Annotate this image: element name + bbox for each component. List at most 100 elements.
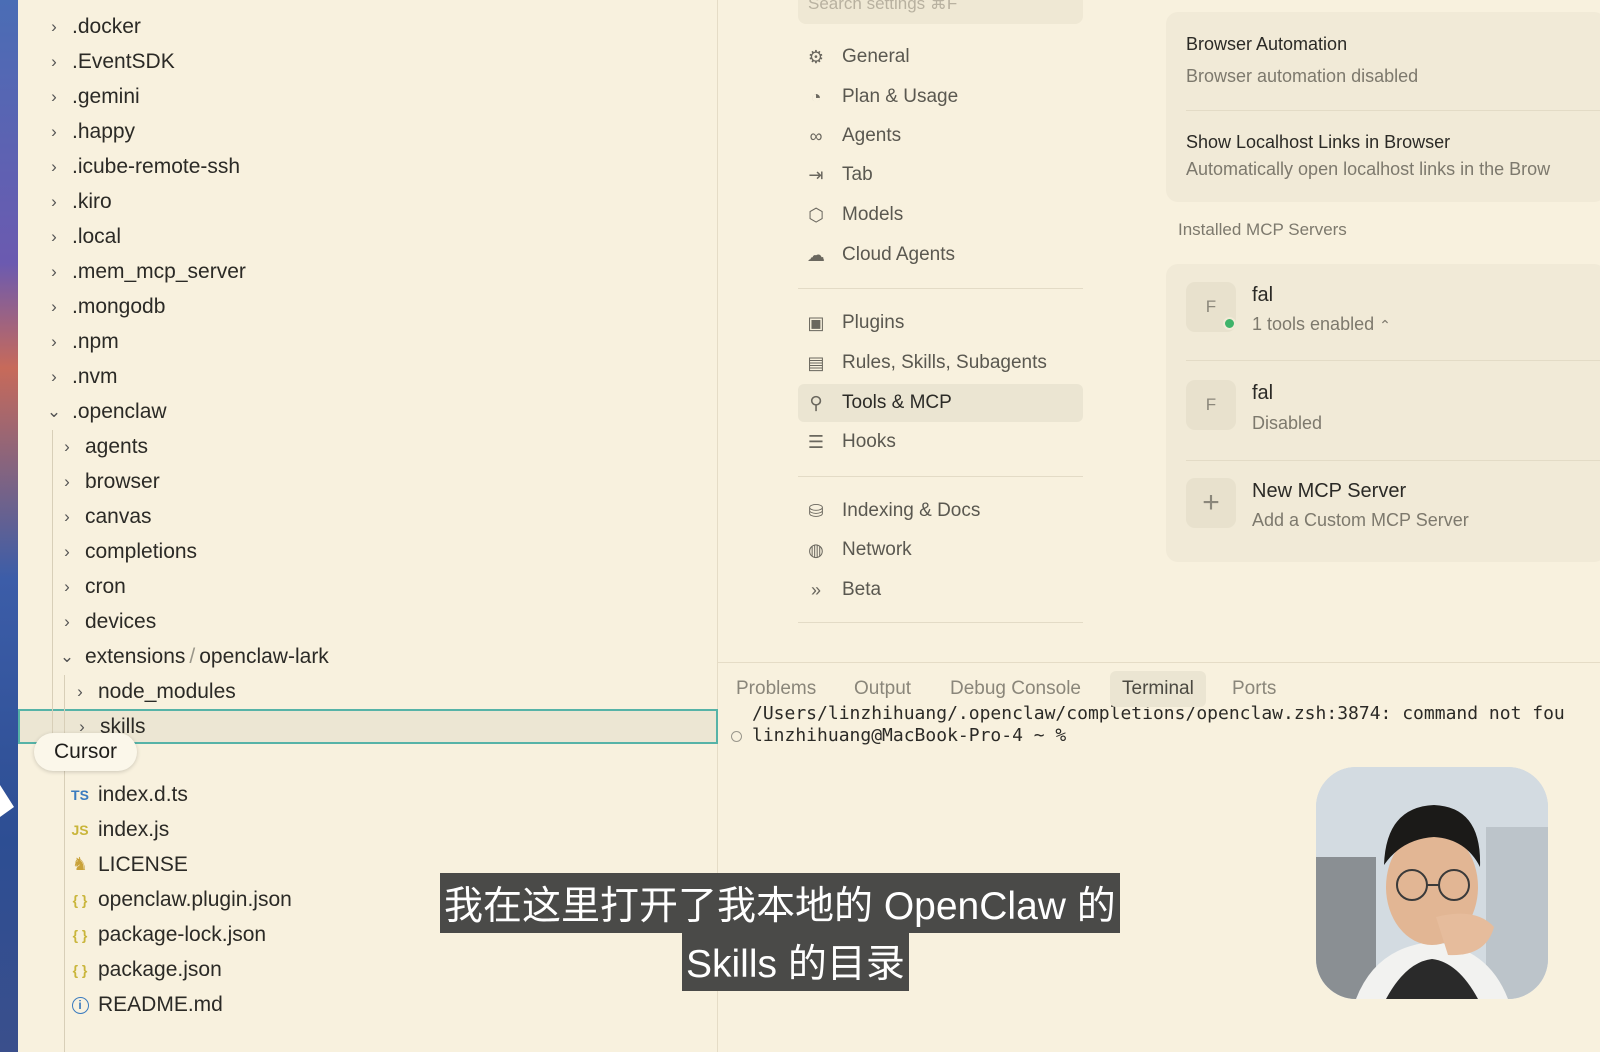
nav-label: Cloud Agents [842,244,956,265]
indent-guide [52,430,53,735]
settings-nav-hooks[interactable]: ☰ Hooks [798,423,1083,461]
tree-folder-extensions[interactable]: ⌄ extensions / openclaw-lark [18,639,718,674]
cursor-tooltip: Cursor [34,733,138,771]
database-icon: ⛁ [808,500,824,521]
chevron-right-icon: › [64,436,70,456]
tree-item-label: .docker [72,14,141,38]
settings-nav-models[interactable]: ⬡ Models [798,196,1083,234]
tree-item-label: .EventSDK [72,49,175,73]
tree-folder-canvas[interactable]: › canvas [18,499,718,534]
chevron-right-icon: › [51,156,57,176]
settings-nav-general[interactable]: ⚙ General [798,38,1083,76]
server-status[interactable]: 1 tools enabled ⌃ [1252,314,1391,335]
chevron-down-icon: ⌄ [59,646,75,666]
terminal-prompt[interactable]: linzhihuang@MacBook-Pro-4 ~ % [752,725,1066,746]
chevrons-right-icon: » [810,579,821,600]
tree-folder-openclaw[interactable]: ⌄ .openclaw [18,394,718,429]
settings-nav-agents[interactable]: ∞ Agents [798,117,1083,155]
nav-label: Beta [842,579,882,600]
panel-tab-terminal[interactable]: Terminal [1110,671,1206,707]
settings-sidebar: Search settings ⌘F ⚙ General ◔ Plan & Usage… [718,0,1158,662]
tab-arrow-icon: ⇥ [808,164,824,185]
tree-folder-nvm[interactable]: › .nvm [18,359,718,394]
settings-nav-plugins[interactable]: ▣ Plugins [798,304,1083,342]
panel-tab-output[interactable]: Output [842,671,923,707]
nav-divider [798,476,1083,477]
divider [1186,110,1600,111]
tree-item-label: .mongodb [72,294,166,318]
json-file-icon: { } [72,891,88,908]
settings-nav-tools-mcp[interactable]: ⚲ Tools & MCP [798,384,1083,422]
file-label: index.js [98,817,170,841]
chevron-right-icon: › [51,191,57,211]
nav-label: Tab [842,164,873,185]
gear-icon: ⚙ [807,46,825,67]
globe-icon: ◍ [808,539,824,560]
tree-folder-completions[interactable]: › completions [18,534,718,569]
infinity-icon: ∞ [809,125,823,146]
tree-item-label: .openclaw [72,399,167,423]
tree-item-label: extensions [85,644,186,668]
tree-folder-agents[interactable]: › agents [18,429,718,464]
subtitle-line-2: Skills 的目录 [682,931,909,991]
settings-nav-plan-usage[interactable]: ◔ Plan & Usage [798,78,1083,116]
tree-file[interactable]: { } package.json [18,952,718,987]
file-label: LICENSE [98,852,188,876]
browser-settings-card: Browser Automation Browser automation di… [1166,12,1600,202]
server-name: fal [1252,382,1274,404]
info-icon: i [66,996,94,1014]
tree-item-label: completions [85,539,198,563]
panel-tab-ports[interactable]: Ports [1220,671,1288,707]
file-label: package.json [98,957,222,981]
tree-folder-eventsdk[interactable]: › .EventSDK [18,44,718,79]
tree-folder-browser[interactable]: › browser [18,464,718,499]
path-separator: / [189,644,196,668]
divider [1186,360,1600,361]
chevron-right-icon: › [51,366,57,386]
desktop-wallpaper-edge [0,0,18,1052]
tree-item-label: browser [85,469,160,493]
tree-folder-docker[interactable]: › .docker [18,9,718,44]
prompt-indicator-icon [731,731,742,742]
tree-item-label: .npm [72,329,119,353]
tree-folder-cron[interactable]: › cron [18,569,718,604]
settings-nav-cloud-agents[interactable]: ☁ Cloud Agents [798,236,1083,274]
clipboard-icon: ▤ [807,352,825,373]
installed-mcp-label: Installed MCP Servers [1178,220,1347,239]
settings-nav-beta[interactable]: » Beta [798,571,1083,609]
settings-nav-network[interactable]: ◍ Network [798,531,1083,569]
nav-label: Agents [842,125,902,146]
tree-folder-gemini[interactable]: › .gemini [18,79,718,114]
chevron-right-icon: › [51,331,57,351]
chevron-right-icon: › [64,506,70,526]
tree-file[interactable]: TS index.d.ts [18,777,718,812]
nav-label: Plan & Usage [842,86,959,107]
settings-nav-indexing-docs[interactable]: ⛁ Indexing & Docs [798,492,1083,530]
tree-folder-node-modules[interactable]: › node_modules [18,674,718,709]
server-avatar: F [1186,380,1236,430]
tree-folder-mem-mcp-server[interactable]: › .mem_mcp_server [18,254,718,289]
settings-nav-tab[interactable]: ⇥ Tab [798,156,1083,194]
tree-file[interactable]: JS index.js [18,812,718,847]
tree-folder-mongodb[interactable]: › .mongodb [18,289,718,324]
panel-tab-problems[interactable]: Problems [724,671,828,707]
json-file-icon: { } [72,961,88,978]
tree-item-label: devices [85,609,157,633]
compact-folder-label: openclaw-lark [199,644,329,668]
settings-nav-rules-skills-subagents[interactable]: ▤ Rules, Skills, Subagents [798,344,1083,382]
tree-folder-happy[interactable]: › .happy [18,114,718,149]
nav-label: Plugins [842,312,905,333]
tree-file[interactable]: i README.md [18,987,718,1022]
tree-folder-kiro[interactable]: › .kiro [18,184,718,219]
network-nodes-icon: ⚲ [809,392,823,413]
tree-folder-npm[interactable]: › .npm [18,324,718,359]
tree-folder-icube-remote-ssh[interactable]: › .icube-remote-ssh [18,149,718,184]
tree-folder-local[interactable]: › .local [18,219,718,254]
tree-folder-devices[interactable]: › devices [18,604,718,639]
nav-label: Indexing & Docs [842,500,981,521]
localhost-links-description: Automatically open localhost links in th… [1186,159,1551,179]
panel-tab-debug-console[interactable]: Debug Console [938,671,1093,707]
settings-search-input[interactable]: Search settings ⌘F [798,0,1083,24]
new-server-subtitle: Add a Custom MCP Server [1252,510,1469,530]
chevron-right-icon: › [51,121,57,141]
